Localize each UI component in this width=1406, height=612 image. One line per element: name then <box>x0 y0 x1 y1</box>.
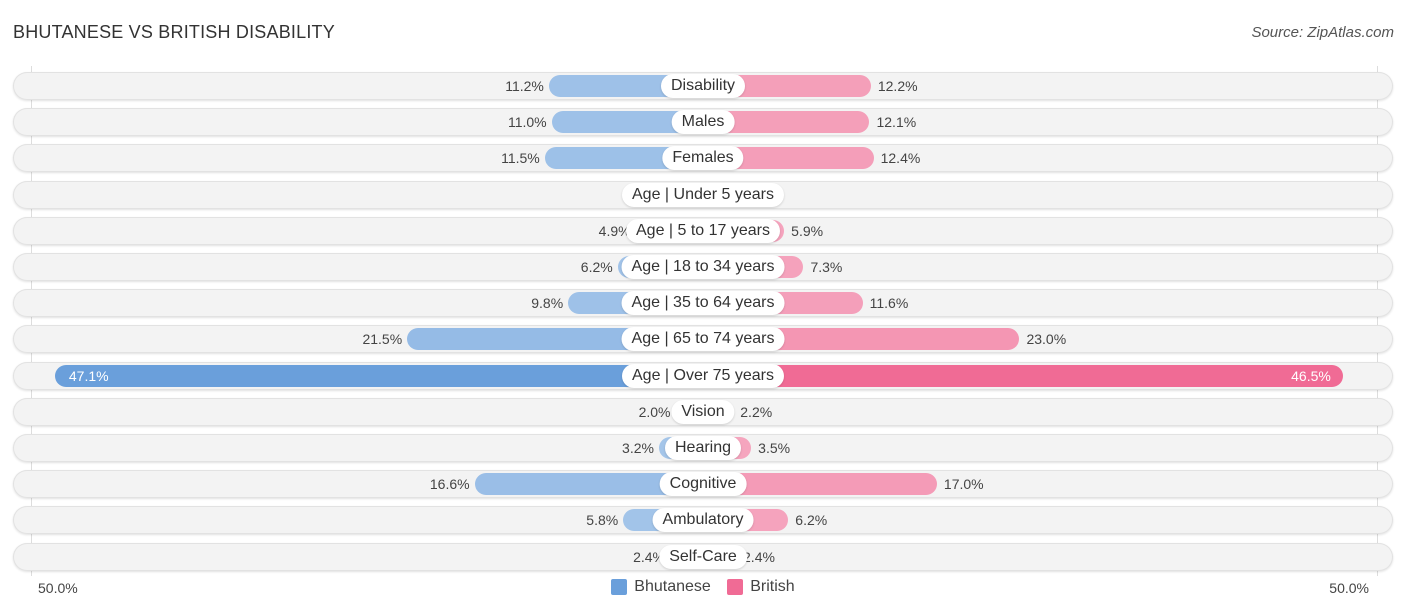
value-label-bhutanese: 3.2% <box>622 440 654 456</box>
legend-label-bhutanese: Bhutanese <box>634 578 711 595</box>
legend-item-british[interactable]: British <box>727 578 795 596</box>
category-label: Age | 5 to 17 years <box>625 218 781 243</box>
value-label-british: 6.2% <box>795 512 828 529</box>
category-label: Vision <box>671 399 735 424</box>
category-label: Self-Care <box>659 544 747 569</box>
value-label-british: 2.2% <box>740 403 773 420</box>
value-label-british: 12.2% <box>877 78 918 94</box>
category-label: Age | Over 75 years <box>622 363 784 388</box>
value-label-bhutanese: 11.0% <box>507 114 547 131</box>
axis-line-left <box>31 66 32 576</box>
value-label-british: 12.1% <box>876 114 917 131</box>
value-label-bhutanese: 5.8% <box>586 512 619 529</box>
legend-swatch-british <box>727 579 744 595</box>
category-label: Age | 18 to 34 years <box>621 255 785 279</box>
value-label-bhutanese: 47.1% <box>68 367 109 384</box>
category-label: Females <box>662 146 744 171</box>
value-label-british: 5.9% <box>791 222 824 239</box>
value-label-british: 12.4% <box>880 150 921 167</box>
category-label: Disability <box>660 74 746 98</box>
value-label-bhutanese: 11.2% <box>505 78 544 94</box>
value-label-bhutanese: 16.6% <box>429 476 470 493</box>
value-label-bhutanese: 11.5% <box>501 150 540 167</box>
category-label: Age | 65 to 74 years <box>621 327 785 352</box>
value-label-bhutanese: 21.5% <box>362 331 403 348</box>
value-label-bhutanese: 2.0% <box>638 403 671 420</box>
value-label-british: 2.4% <box>743 548 775 565</box>
legend-swatch-bhutanese <box>611 579 628 595</box>
legend: Bhutanese British <box>0 578 1406 600</box>
category-label: Males <box>671 110 735 135</box>
category-label: Age | 35 to 64 years <box>621 291 785 316</box>
category-label: Cognitive <box>659 472 747 497</box>
value-label-british: 23.0% <box>1026 331 1067 348</box>
legend-label-british: British <box>750 578 795 595</box>
value-label-bhutanese: 9.8% <box>531 295 564 312</box>
value-label-british: 3.5% <box>758 440 791 456</box>
category-label: Age | Under 5 years <box>621 182 785 207</box>
value-label-bhutanese: 6.2% <box>580 259 613 275</box>
value-label-british: 46.5% <box>1291 367 1331 384</box>
axis-line-right <box>1377 66 1378 576</box>
bar-bhutanese[interactable] <box>54 364 703 387</box>
value-label-british: 17.0% <box>943 476 984 493</box>
category-label: Hearing <box>664 436 742 460</box>
bar-british[interactable] <box>703 364 1343 387</box>
value-label-british: 7.3% <box>810 259 843 275</box>
legend-item-bhutanese[interactable]: Bhutanese <box>611 578 711 596</box>
category-label: Ambulatory <box>652 508 754 533</box>
chart-area: 11.2% 12.2% Disability 11.0% 12.1% Males 11.5%… <box>0 0 1406 612</box>
value-label-british: 11.6% <box>869 295 909 312</box>
